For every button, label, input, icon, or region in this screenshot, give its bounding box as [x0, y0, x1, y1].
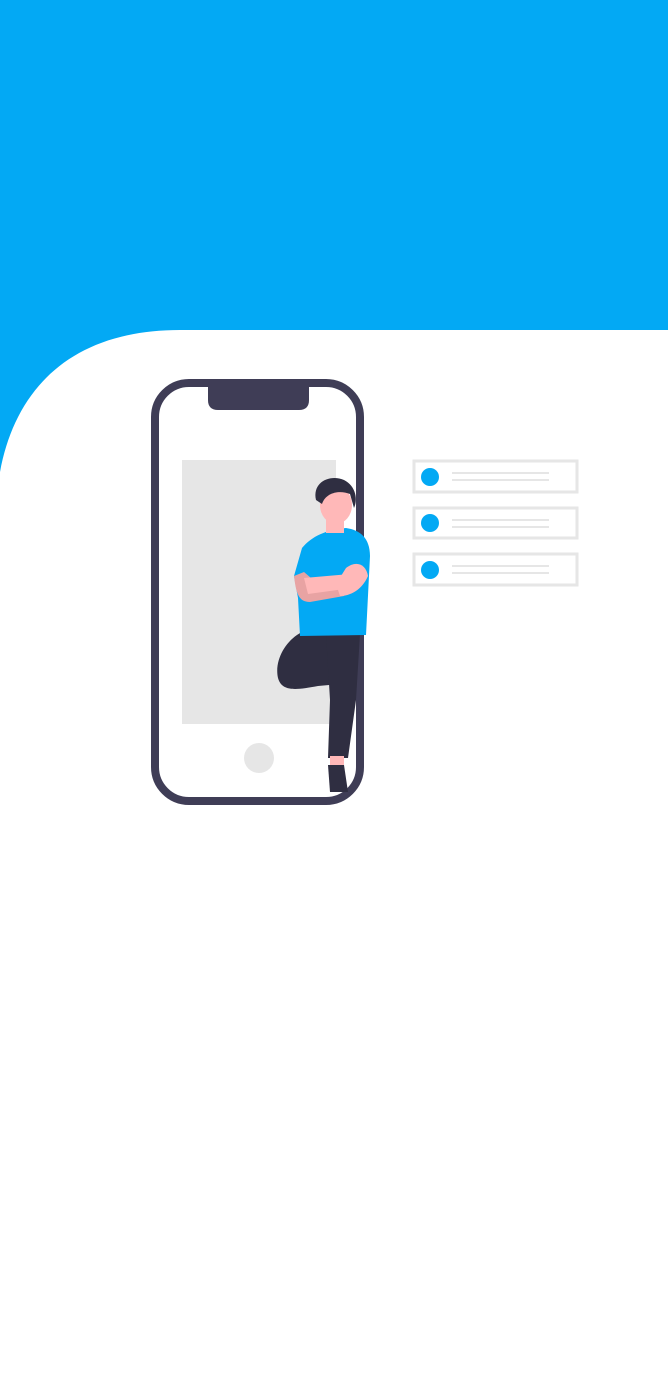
- bullet-dot-icon: [421, 468, 439, 486]
- list-item-3: [412, 552, 579, 587]
- bullet-dot-icon: [421, 561, 439, 579]
- hero-illustration: [0, 0, 668, 805]
- bullet-dot-icon: [421, 514, 439, 532]
- list-item-2: [412, 506, 579, 540]
- home-button: [244, 743, 274, 773]
- list-item-1: [412, 459, 579, 494]
- onboarding-screen: [0, 0, 668, 1379]
